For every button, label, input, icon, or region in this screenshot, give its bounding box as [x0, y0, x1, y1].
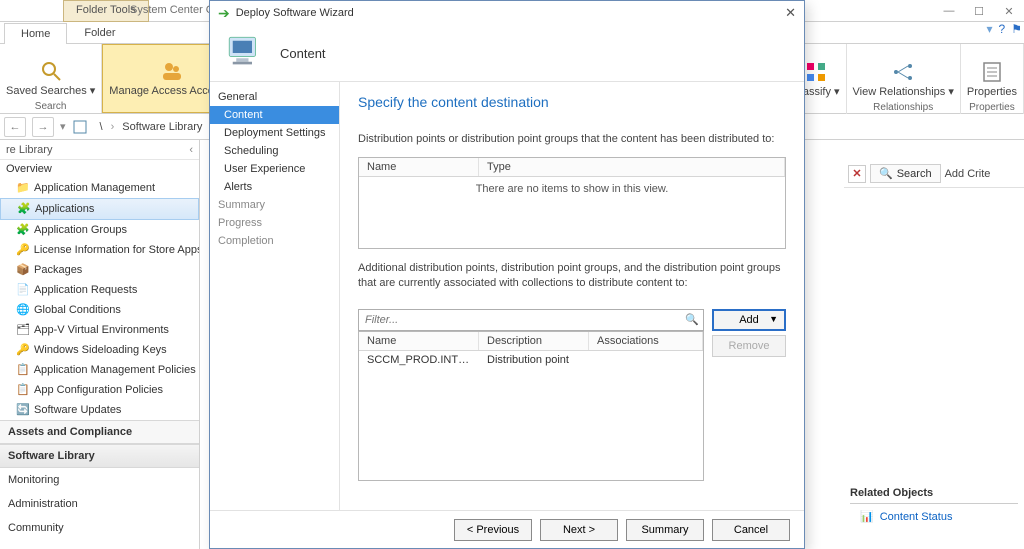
- wunderbar-monitoring[interactable]: Monitoring: [0, 468, 199, 492]
- tree-item[interactable]: 🔄Software Updates: [0, 400, 199, 420]
- filter-input[interactable]: [358, 309, 704, 331]
- policy-icon: 📋: [16, 363, 30, 377]
- step-deployment-settings[interactable]: Deployment Settings: [210, 124, 339, 142]
- related-objects-header: Related Objects: [850, 487, 1018, 504]
- classify-icon: [804, 60, 828, 84]
- additional-dp-grid[interactable]: Name Description Associations SCCM_PROD.…: [358, 331, 704, 481]
- collapse-panel-icon[interactable]: ‹: [189, 144, 193, 156]
- package-icon: 📦: [16, 263, 30, 277]
- col-name[interactable]: Name: [359, 158, 479, 176]
- wunderbar-software-library[interactable]: Software Library: [0, 444, 199, 468]
- desc-distributed: Distribution points or distribution poin…: [358, 132, 786, 147]
- previous-button[interactable]: < Previous: [454, 519, 532, 541]
- properties-button[interactable]: Properties Properties: [961, 44, 1024, 114]
- wizard-close-button[interactable]: ✕: [785, 5, 796, 21]
- chevron-down-icon: ▼: [769, 314, 778, 324]
- grid-empty-text: There are no items to show in this view.: [359, 177, 785, 248]
- step-alerts[interactable]: Alerts: [210, 178, 339, 196]
- tree-overview[interactable]: Overview: [0, 160, 199, 178]
- tree-item-applications[interactable]: 🧩Applications: [0, 198, 199, 220]
- breadcrumb-item[interactable]: Software Library: [122, 121, 202, 133]
- search-icon: 🔍: [879, 167, 893, 180]
- content-status-link[interactable]: 📊 Content Status: [850, 510, 1018, 523]
- nav-back-button[interactable]: ←: [4, 117, 26, 137]
- tab-home[interactable]: Home: [4, 23, 67, 44]
- folder-icon: 📁: [16, 181, 30, 195]
- content-status-icon: 📊: [860, 510, 874, 523]
- nav-panel-header: re Library ‹: [0, 140, 199, 160]
- maximize-icon[interactable]: ☐: [964, 0, 994, 22]
- accounts-icon: [160, 59, 184, 83]
- history-dropdown-icon[interactable]: ▾: [60, 120, 66, 133]
- tree-item[interactable]: 🔑License Information for Store Apps: [0, 240, 199, 260]
- wunderbar-assets[interactable]: Assets and Compliance: [0, 420, 199, 444]
- wizard-title: Deploy Software Wizard: [236, 7, 354, 19]
- wizard-arrow-icon: ➔: [218, 5, 230, 22]
- breadcrumb-root[interactable]: \: [100, 121, 103, 133]
- close-icon[interactable]: ✕: [994, 0, 1024, 22]
- tree-item[interactable]: 🌐Global Conditions: [0, 300, 199, 320]
- tree-item[interactable]: 📋Application Management Policies: [0, 360, 199, 380]
- step-user-experience[interactable]: User Experience: [210, 160, 339, 178]
- distributed-grid: Name Type There are no items to show in …: [358, 157, 786, 249]
- tree-item[interactable]: 🧩Application Groups: [0, 220, 199, 240]
- view-relationships-button[interactable]: View Relationships ▾ Relationships: [847, 44, 961, 114]
- search-button[interactable]: 🔍Search: [870, 164, 941, 183]
- add-button[interactable]: Add▼: [712, 309, 786, 331]
- wunderbar-community[interactable]: Community: [0, 516, 199, 540]
- request-icon: 📄: [16, 283, 30, 297]
- step-scheduling[interactable]: Scheduling: [210, 142, 339, 160]
- step-progress: Progress: [210, 214, 339, 232]
- tree-item[interactable]: 📁Application Management: [0, 178, 199, 198]
- nav-tree: Overview 📁Application Management 🧩Applic…: [0, 160, 199, 420]
- appv-icon: 🗂: [16, 323, 30, 337]
- tree-item[interactable]: 🔑Windows Sideloading Keys: [0, 340, 199, 360]
- nav-forward-button[interactable]: →: [32, 117, 54, 137]
- tree-item[interactable]: 📄Application Requests: [0, 280, 199, 300]
- computer-icon: [224, 32, 266, 74]
- properties-icon: [980, 60, 1004, 84]
- tree-item[interactable]: 📦Packages: [0, 260, 199, 280]
- wunderbar-administration[interactable]: Administration: [0, 492, 199, 516]
- tree-item[interactable]: 📋App Configuration Policies: [0, 380, 199, 400]
- search-icon[interactable]: 🔍: [685, 313, 699, 326]
- app-icon: 🧩: [17, 202, 31, 216]
- cancel-button[interactable]: Cancel: [712, 519, 790, 541]
- desc-additional: Additional distribution points, distribu…: [358, 261, 786, 291]
- step-summary[interactable]: Summary: [210, 196, 339, 214]
- step-completion: Completion: [210, 232, 339, 250]
- col-description[interactable]: Description: [479, 332, 589, 350]
- saved-searches-button[interactable]: Saved Searches ▾ Search: [0, 44, 102, 113]
- globe-icon: 🌐: [16, 303, 30, 317]
- update-icon: 🔄: [16, 403, 30, 417]
- library-icon: [72, 119, 88, 135]
- col-associations[interactable]: Associations: [589, 332, 703, 350]
- tree-item[interactable]: 🗂App-V Virtual Environments: [0, 320, 199, 340]
- key-icon: 🔑: [16, 343, 30, 357]
- add-criteria-button[interactable]: Add Crite: [945, 168, 991, 180]
- section-heading: Specify the content destination: [358, 94, 786, 110]
- clear-search-button[interactable]: ✕: [848, 165, 866, 183]
- summary-button[interactable]: Summary: [626, 519, 704, 541]
- dropdown-icon[interactable]: ▾: [987, 22, 993, 36]
- wizard-steps: General Content Deployment Settings Sche…: [210, 82, 340, 510]
- saved-search-icon: [39, 59, 63, 83]
- relationships-icon: [891, 60, 915, 84]
- step-content[interactable]: Content: [210, 106, 339, 124]
- help-icon[interactable]: ?: [999, 22, 1006, 36]
- flag-icon[interactable]: ⚑: [1011, 22, 1022, 36]
- remove-button: Remove: [712, 335, 786, 357]
- next-button[interactable]: Next >: [540, 519, 618, 541]
- step-general[interactable]: General: [210, 88, 339, 106]
- group-icon: 🧩: [16, 223, 30, 237]
- table-row[interactable]: SCCM_PROD.INTUNE... Distribution point: [359, 351, 703, 369]
- deploy-software-wizard: ➔ Deploy Software Wizard ✕ Content Gener…: [209, 0, 805, 549]
- wizard-header-label: Content: [280, 46, 326, 61]
- minimize-icon[interactable]: —: [934, 0, 964, 22]
- col-type[interactable]: Type: [479, 158, 785, 176]
- col-name[interactable]: Name: [359, 332, 479, 350]
- config-icon: 📋: [16, 383, 30, 397]
- license-icon: 🔑: [16, 243, 30, 257]
- tab-folder[interactable]: Folder: [67, 22, 132, 43]
